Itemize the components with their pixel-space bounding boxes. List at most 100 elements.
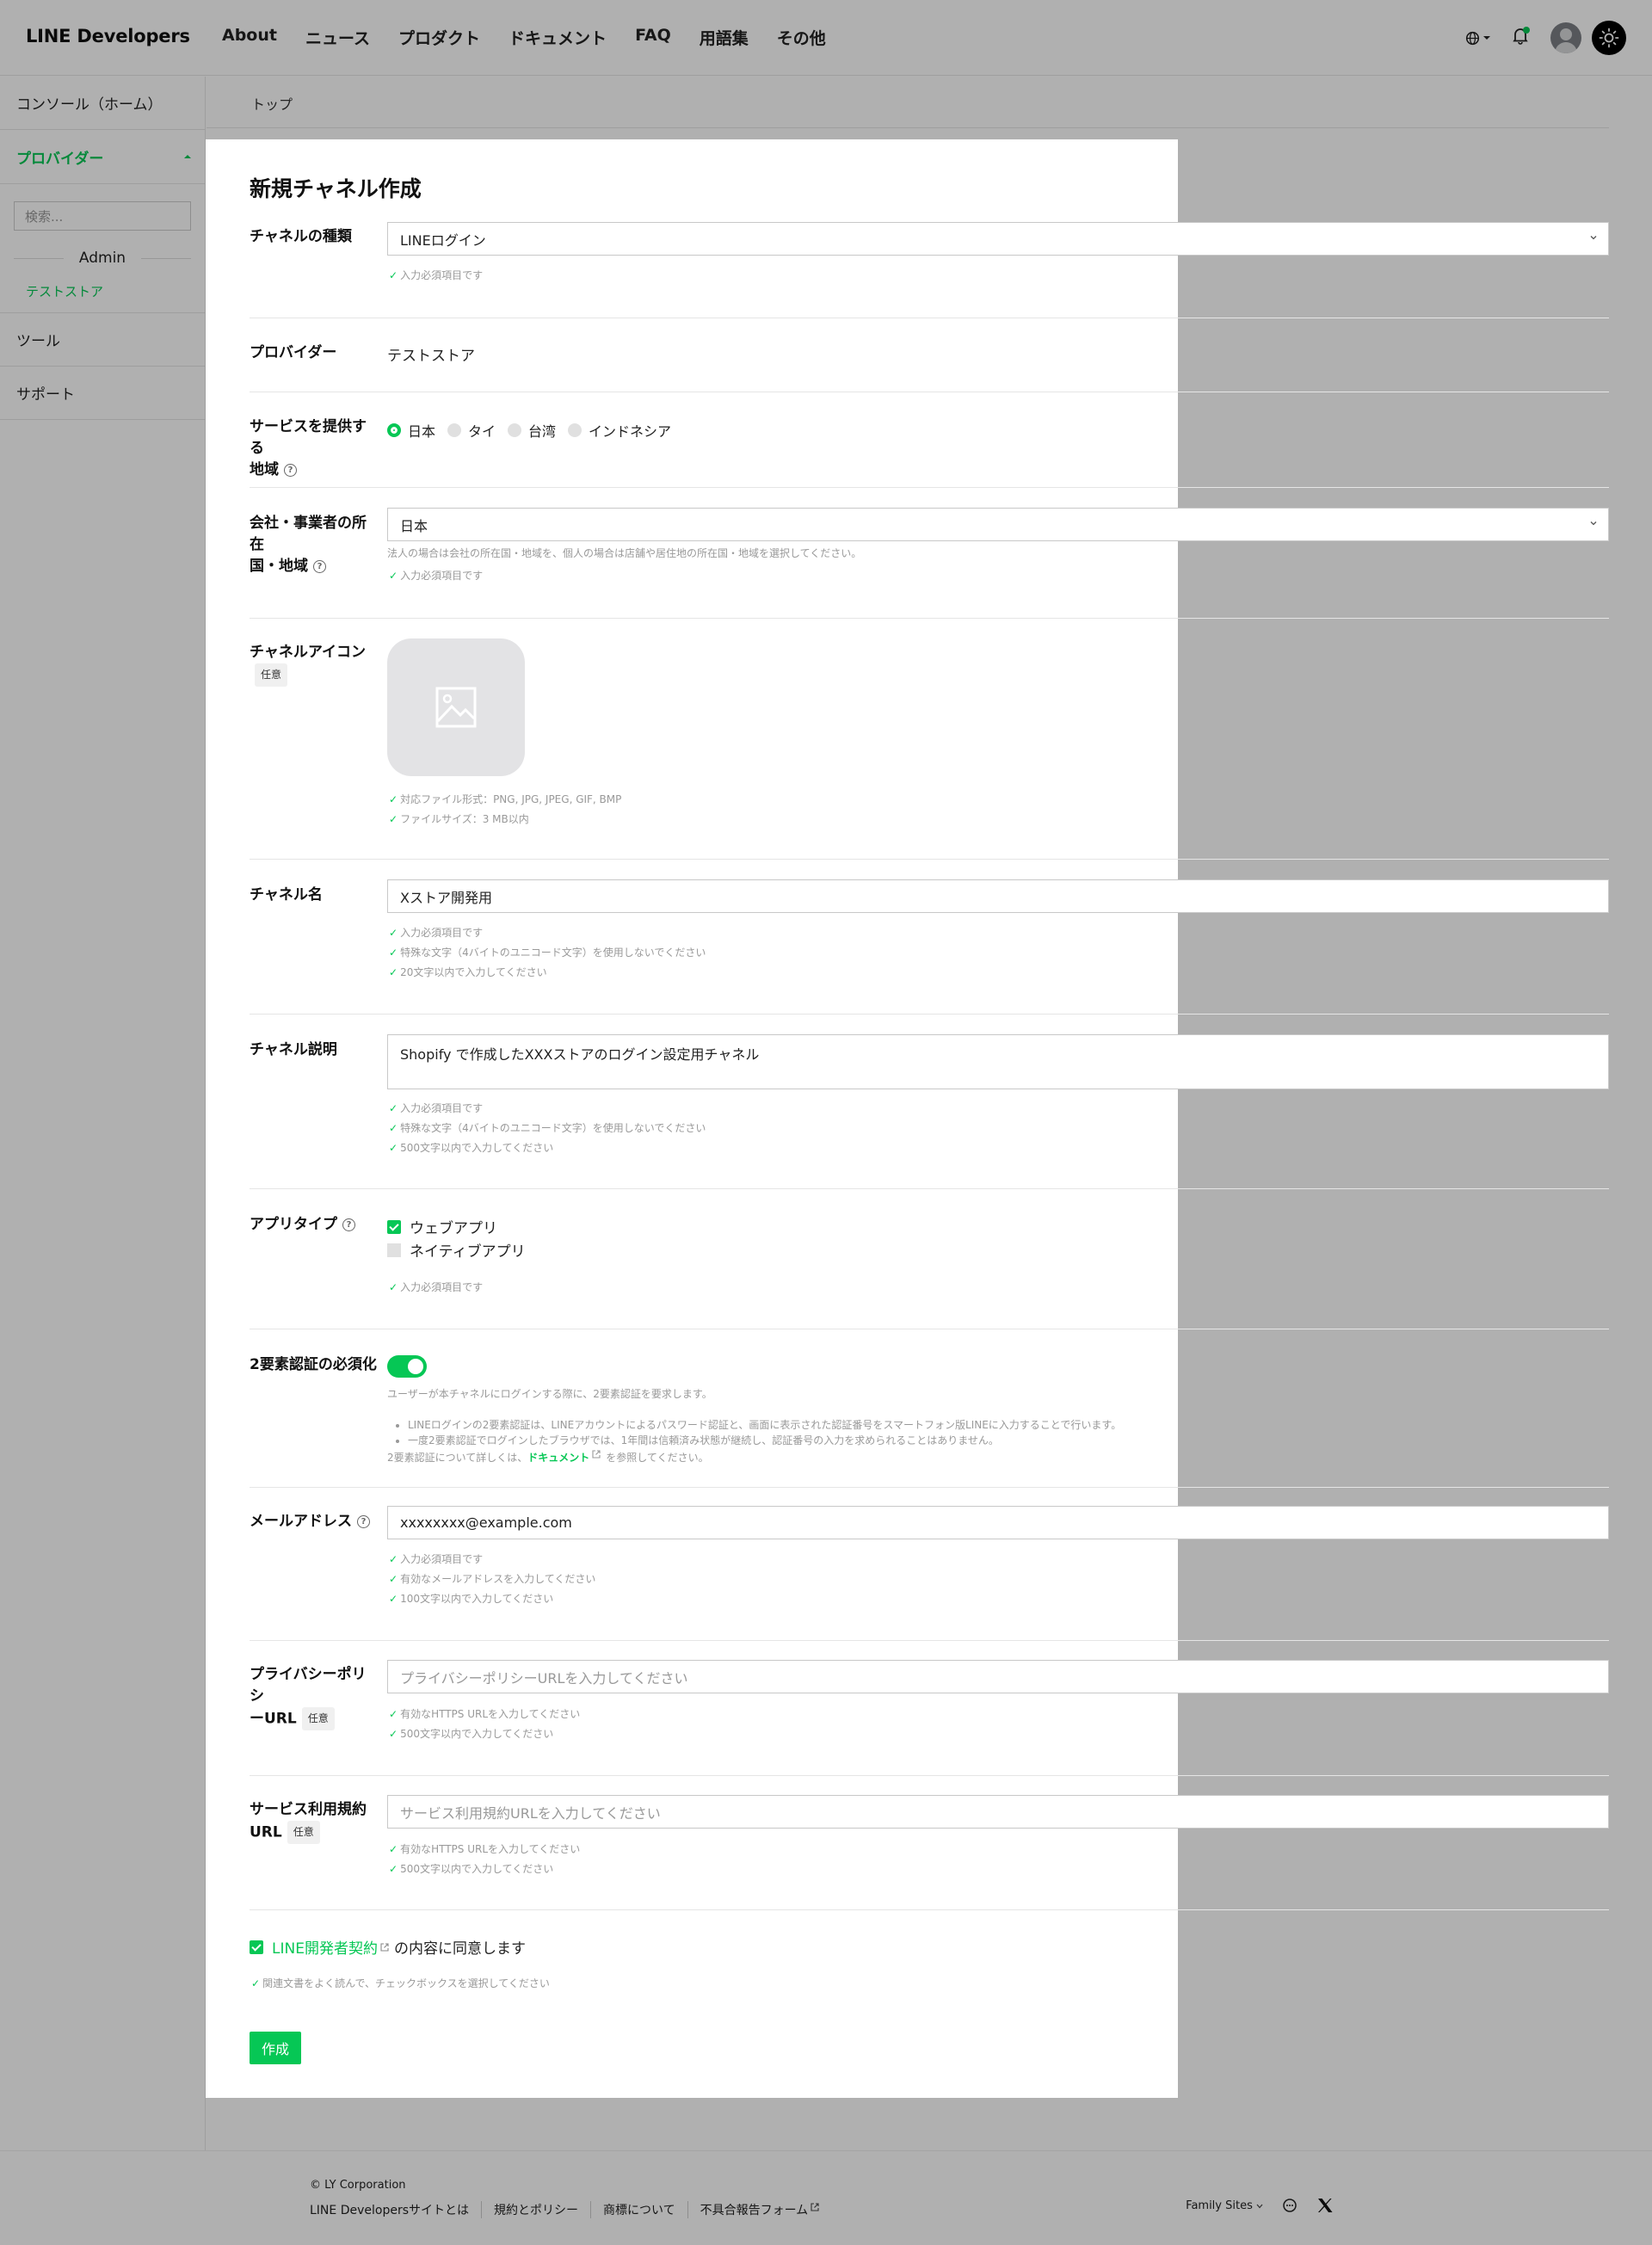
region-option-indonesia[interactable]: インドネシア (568, 420, 671, 441)
channel-name-input[interactable]: Xストア開発用 (387, 879, 1609, 913)
image-placeholder-icon (435, 687, 477, 728)
app-type-option-label: ウェブアプリ (410, 1220, 497, 1237)
channel-icon-upload[interactable] (387, 638, 525, 776)
validation-note: ✓ 有効なHTTPS URLを入力してください (389, 1841, 580, 1856)
section-divider (250, 1487, 1609, 1488)
privacy-url-input[interactable]: プライバシーポリシーURLを入力してください (387, 1660, 1609, 1693)
validation-note: ✓ 対応ファイル形式：PNG, JPG, JPEG, GIF, BMP (389, 792, 621, 806)
validation-note: ✓ 特殊な文字（4バイトのユニコード文字）を使用しないでください (389, 945, 706, 959)
region-option-label: 台湾 (528, 423, 557, 440)
external-link-icon (592, 1450, 601, 1459)
validation-note-text: 入力必須項目です (400, 927, 484, 939)
privacy-url-label-line1: プライバシーポリシ (250, 1666, 367, 1705)
radio-icon (508, 423, 522, 437)
validation-note-text: 入力必須項目です (400, 570, 484, 582)
validation-note-text: 100文字以内で入力してください (400, 1593, 554, 1605)
external-link-icon (380, 1942, 389, 1952)
channel-description-label: チャネル説明 (250, 1041, 337, 1058)
company-country-select[interactable]: 日本 (387, 508, 1609, 541)
two-factor-label: 2要素認証の必須化 (250, 1356, 377, 1373)
company-country-value: 日本 (400, 517, 428, 534)
agreement-row: LINE開発者契約 の内容に同意します (250, 1936, 526, 1958)
validation-note: ✓ ファイルサイズ：3 MB以内 (389, 811, 529, 826)
check-icon: ✓ (389, 268, 398, 281)
section-divider (250, 618, 1609, 619)
check-icon: ✓ (389, 1862, 398, 1875)
two-factor-doc-prefix: 2要素認証について詳しくは、 (387, 1452, 528, 1464)
service-region-label-line1: サービスを提供する (250, 418, 367, 457)
section-divider (250, 859, 1609, 860)
validation-note: ✓ 入力必須項目です (389, 1101, 483, 1115)
check-icon: ✓ (389, 1592, 398, 1605)
validation-note-text: 500文字以内で入力してください (400, 1728, 554, 1740)
developer-agreement-link[interactable]: LINE開発者契約 (272, 1936, 378, 1958)
validation-note: ✓ 20文字以内で入力してください (389, 965, 547, 979)
terms-url-input[interactable]: サービス利用規約URLを入力してください (387, 1795, 1609, 1829)
validation-note: ✓ 入力必須項目です (389, 925, 483, 940)
privacy-url-label: プライバシーポリシ ーURL 任意 (250, 1664, 379, 1730)
validation-note-text: 入力必須項目です (400, 1553, 484, 1565)
two-factor-bullets: LINEログインの2要素認証は、LINEアカウントによるパスワード認証と、画面に… (408, 1417, 1121, 1448)
channel-type-select[interactable]: LINEログイン (387, 222, 1609, 256)
validation-note-text: 500文字以内で入力してください (400, 1142, 554, 1154)
company-country-label-line2: 国・地域 (250, 558, 308, 575)
help-icon[interactable]: ? (284, 463, 297, 477)
section-divider (250, 1909, 1609, 1910)
two-factor-doc-link[interactable]: ドキュメント (527, 1452, 589, 1464)
section-divider (250, 1640, 1609, 1641)
validation-note-text: 入力必須項目です (400, 1102, 484, 1114)
channel-icon-label-text: チャネルアイコン (250, 644, 366, 661)
chevron-down-icon (1590, 236, 1597, 240)
check-icon: ✓ (389, 1552, 398, 1565)
check-icon: ✓ (389, 1707, 398, 1720)
email-input[interactable]: xxxxxxxx@example.com (387, 1506, 1609, 1539)
region-option-label: タイ (468, 423, 496, 440)
help-icon[interactable]: ? (357, 1514, 370, 1528)
channel-type-label: チャネルの種類 (250, 228, 352, 245)
check-icon: ✓ (389, 1101, 398, 1114)
validation-note: ✓ 500文字以内で入力してください (389, 1140, 553, 1155)
channel-name-label: チャネル名 (250, 886, 323, 904)
region-option-japan[interactable]: 日本 (387, 420, 435, 441)
validation-note: ✓ 500文字以内で入力してください (389, 1726, 553, 1741)
chevron-down-icon (1590, 521, 1597, 526)
validation-note: ✓ 有効なHTTPS URLを入力してください (389, 1706, 580, 1721)
validation-note-text: 500文字以内で入力してください (400, 1863, 554, 1875)
channel-icon-label: チャネルアイコン 任意 (250, 642, 379, 687)
validation-note-text: 対応ファイル形式：PNG, JPG, JPEG, GIF, BMP (400, 793, 622, 805)
validation-note: ✓ 特殊な文字（4バイトのユニコード文字）を使用しないでください (389, 1120, 706, 1135)
email-label-text: メールアドレス (250, 1513, 352, 1530)
optional-tag: 任意 (287, 1821, 320, 1844)
check-icon: ✓ (389, 1121, 398, 1134)
help-icon[interactable]: ? (313, 559, 326, 573)
check-icon: ✓ (389, 793, 398, 805)
radio-selected-icon (387, 423, 401, 437)
agreement-checkbox[interactable] (250, 1940, 263, 1954)
check-icon: ✓ (389, 926, 398, 939)
service-region-radio-group: 日本 タイ 台湾 インドネシア (387, 420, 683, 441)
two-factor-toggle[interactable] (387, 1355, 427, 1378)
create-button[interactable]: 作成 (250, 2032, 301, 2064)
help-icon[interactable]: ? (342, 1218, 355, 1231)
radio-icon (568, 423, 583, 437)
check-icon: ✓ (389, 965, 398, 978)
channel-description-textarea[interactable]: Shopify で作成したXXXストアのログイン設定用チャネル (387, 1034, 1609, 1089)
check-icon: ✓ (389, 1141, 398, 1154)
optional-tag: 任意 (301, 1707, 335, 1730)
two-factor-description: ユーザーが本チャネルにログインする際に、2要素認証を要求します。 (387, 1388, 712, 1400)
validation-note-text: 関連文書をよく読んで、チェックボックスを選択してください (262, 1977, 550, 1989)
terms-url-label: サービス利用規約 URL 任意 (250, 1799, 379, 1844)
checkbox-checked-icon (387, 1219, 401, 1234)
validation-note-text: 有効なHTTPS URLを入力してください (400, 1843, 581, 1855)
app-type-native-checkbox[interactable]: ネイティブアプリ (387, 1239, 526, 1261)
app-type-web-checkbox[interactable]: ウェブアプリ (387, 1216, 497, 1237)
region-option-taiwan[interactable]: 台湾 (508, 420, 556, 441)
check-icon: ✓ (389, 1572, 398, 1585)
check-icon: ✓ (389, 1842, 398, 1855)
app-type-label-text: アプリタイプ (250, 1216, 337, 1233)
region-option-thailand[interactable]: タイ (447, 420, 496, 441)
two-factor-bullet: 一度2要素認証でログインしたブラウザでは、1年間は信頼済み状態が継続し、認証番号… (408, 1433, 1121, 1448)
section-divider (250, 1775, 1609, 1776)
dialog-title: 新規チャネル作成 (250, 176, 422, 201)
channel-type-value: LINEログイン (400, 231, 486, 249)
